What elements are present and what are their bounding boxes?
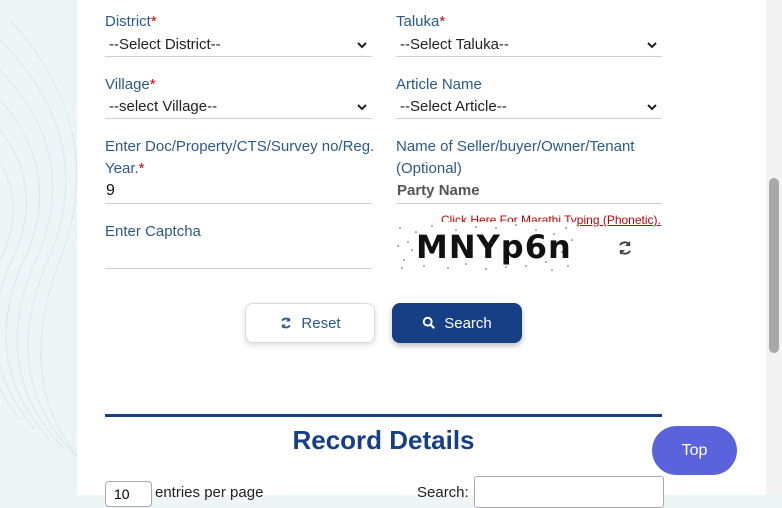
doc-number-label: Enter Doc/Property/CTS/Survey no/Reg. Ye… bbox=[105, 138, 375, 177]
district-label: District* bbox=[105, 13, 157, 30]
entries-value: 10 bbox=[114, 486, 130, 502]
captcha-label: Enter Captcha bbox=[105, 223, 201, 240]
reset-button-label: Reset bbox=[301, 314, 341, 332]
taluka-select[interactable]: --Select Taluka-- bbox=[396, 33, 662, 57]
village-select-value: --select Village-- bbox=[109, 98, 218, 115]
search-button[interactable]: Search bbox=[392, 303, 522, 343]
taluka-label: Taluka* bbox=[396, 13, 446, 30]
doc-number-input[interactable]: 9 bbox=[105, 178, 372, 204]
section-divider bbox=[105, 414, 662, 417]
captcha-input[interactable] bbox=[105, 243, 372, 269]
refresh-icon bbox=[281, 317, 292, 329]
refresh-captcha-icon[interactable] bbox=[616, 239, 634, 257]
article-label: Article Name bbox=[396, 76, 482, 93]
entries-per-page-label: entries per page bbox=[155, 484, 264, 501]
party-name-input[interactable]: Party Name bbox=[396, 178, 662, 204]
taluka-select-value: --Select Taluka-- bbox=[400, 36, 509, 53]
chevron-down-icon bbox=[647, 41, 657, 48]
record-details-title: Record Details bbox=[292, 425, 475, 455]
chevron-down-icon bbox=[357, 41, 367, 48]
captcha-image: MNYp6n bbox=[396, 222, 576, 272]
scroll-top-button[interactable]: Top bbox=[652, 426, 737, 475]
entries-per-page-select[interactable]: 10 bbox=[105, 481, 152, 507]
district-select-value: --Select District-- bbox=[109, 36, 221, 53]
captcha-text: MNYp6n bbox=[416, 228, 572, 266]
district-select[interactable]: --Select District-- bbox=[105, 33, 372, 57]
search-button-label: Search bbox=[444, 314, 492, 332]
village-label: Village* bbox=[105, 76, 156, 93]
party-name-label: Name of Seller/buyer/Owner/Tenant (Optio… bbox=[396, 138, 635, 177]
chevron-down-icon bbox=[647, 103, 657, 110]
table-search-input[interactable] bbox=[474, 476, 664, 508]
village-select[interactable]: --select Village-- bbox=[105, 95, 372, 119]
table-search-label: Search: bbox=[417, 484, 469, 501]
reset-button[interactable]: Reset bbox=[245, 303, 375, 343]
party-name-placeholder: Party Name bbox=[397, 182, 480, 199]
doc-number-value: 9 bbox=[106, 181, 115, 199]
article-select-value: --Select Article-- bbox=[400, 98, 507, 115]
search-icon bbox=[423, 316, 436, 329]
chevron-down-icon bbox=[357, 103, 367, 110]
article-select[interactable]: --Select Article-- bbox=[396, 95, 662, 119]
scrollbar-thumb[interactable] bbox=[769, 178, 779, 353]
